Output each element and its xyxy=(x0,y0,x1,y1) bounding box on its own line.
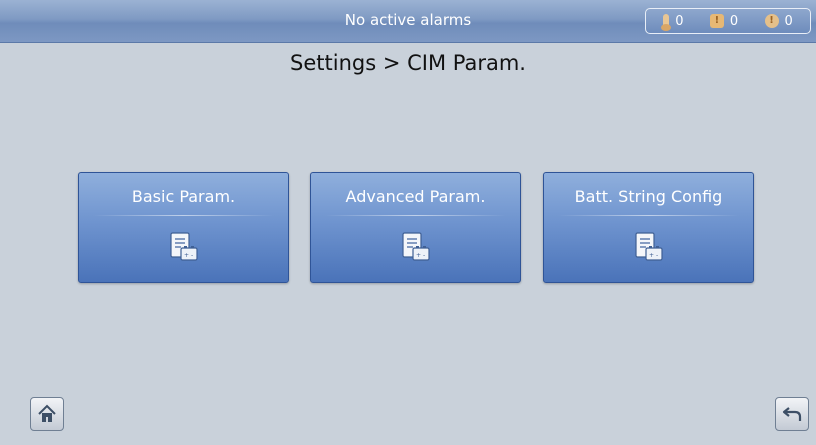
thermometer-alarm-count: 0 xyxy=(675,13,684,29)
advanced-param-button[interactable]: Advanced Param. + - xyxy=(310,172,521,283)
advanced-param-label: Advanced Param. xyxy=(345,187,486,206)
document-battery-icon: + - xyxy=(170,232,198,261)
svg-text:+: + xyxy=(416,252,421,259)
batt-string-config-button[interactable]: Batt. String Config + - xyxy=(543,172,754,283)
svg-text:-: - xyxy=(656,252,658,259)
document-battery-icon: + - xyxy=(402,232,430,261)
major-alarm-counter[interactable]: ! 0 xyxy=(709,13,739,29)
batt-string-config-label: Batt. String Config xyxy=(574,187,723,206)
status-bar: No active alarms 0 ! 0 ! 0 xyxy=(0,0,816,43)
alarm-counter-panel[interactable]: 0 ! 0 ! 0 xyxy=(645,8,811,34)
minor-alarm-counter[interactable]: ! 0 xyxy=(764,13,793,29)
major-alarm-count: 0 xyxy=(729,13,739,29)
svg-text:+: + xyxy=(184,252,189,259)
minor-alarm-count: 0 xyxy=(784,13,793,29)
thermometer-alarm-icon xyxy=(661,14,672,31)
page-title: Settings > CIM Param. xyxy=(290,51,526,75)
button-divider xyxy=(558,215,739,216)
document-battery-icon: + - xyxy=(635,232,663,261)
svg-text:+: + xyxy=(649,252,654,259)
svg-text:-: - xyxy=(423,252,425,259)
button-divider xyxy=(93,215,274,216)
exclamation-circle-icon: ! xyxy=(764,14,779,28)
back-arrow-icon xyxy=(782,407,802,421)
back-button[interactable] xyxy=(775,397,809,431)
button-divider xyxy=(325,215,506,216)
svg-text:-: - xyxy=(191,252,193,259)
home-button[interactable] xyxy=(30,397,64,431)
basic-param-label: Basic Param. xyxy=(131,187,236,206)
thermometer-alarm-counter[interactable]: 0 xyxy=(661,13,684,31)
exclamation-square-icon: ! xyxy=(709,14,724,28)
basic-param-button[interactable]: Basic Param. + - xyxy=(78,172,289,283)
home-icon xyxy=(38,404,56,422)
